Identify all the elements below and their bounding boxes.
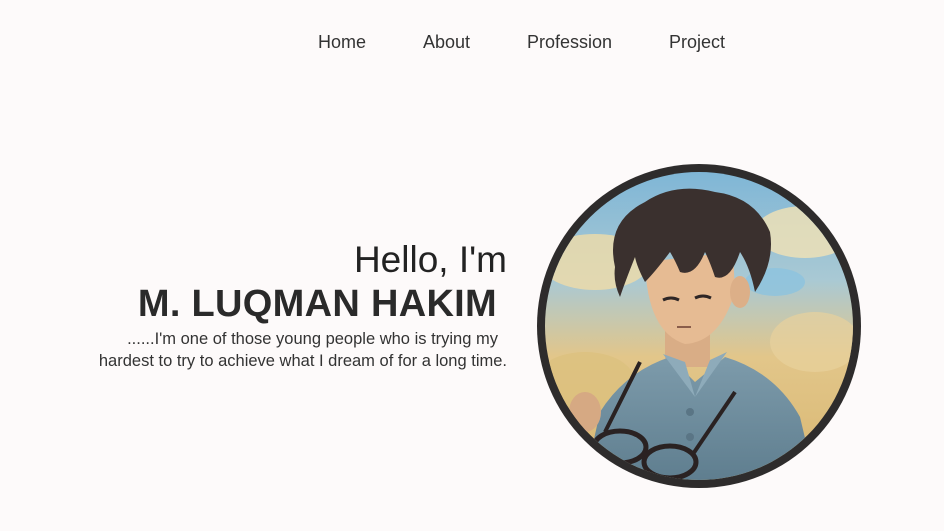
nav-about-link[interactable]: About [423, 30, 470, 54]
profile-avatar [545, 172, 853, 480]
nav-profession-link[interactable]: Profession [527, 30, 612, 54]
hero-bio-line-1: ......I'm one of those young people who … [127, 330, 498, 348]
main-nav: Home About Profession Project [0, 30, 944, 54]
hero-bio-line-2: hardest to try to achieve what I dream o… [98, 352, 507, 370]
hero-intro: Hello, I'm M. LUQMAN HAKIM ......I'm one… [27, 238, 507, 372]
hero-bio: ......I'm one of those young people who … [27, 328, 507, 372]
nav-home-link[interactable]: Home [318, 30, 366, 54]
hero-greeting: Hello, I'm [353, 239, 507, 280]
page: Home About Profession Project Hello, I'm… [0, 0, 944, 531]
profile-illustration-icon [545, 172, 853, 480]
hero-name: M. LUQMAN HAKIM [137, 283, 497, 325]
profile-avatar-frame [537, 164, 861, 488]
nav-project-link[interactable]: Project [669, 30, 725, 54]
